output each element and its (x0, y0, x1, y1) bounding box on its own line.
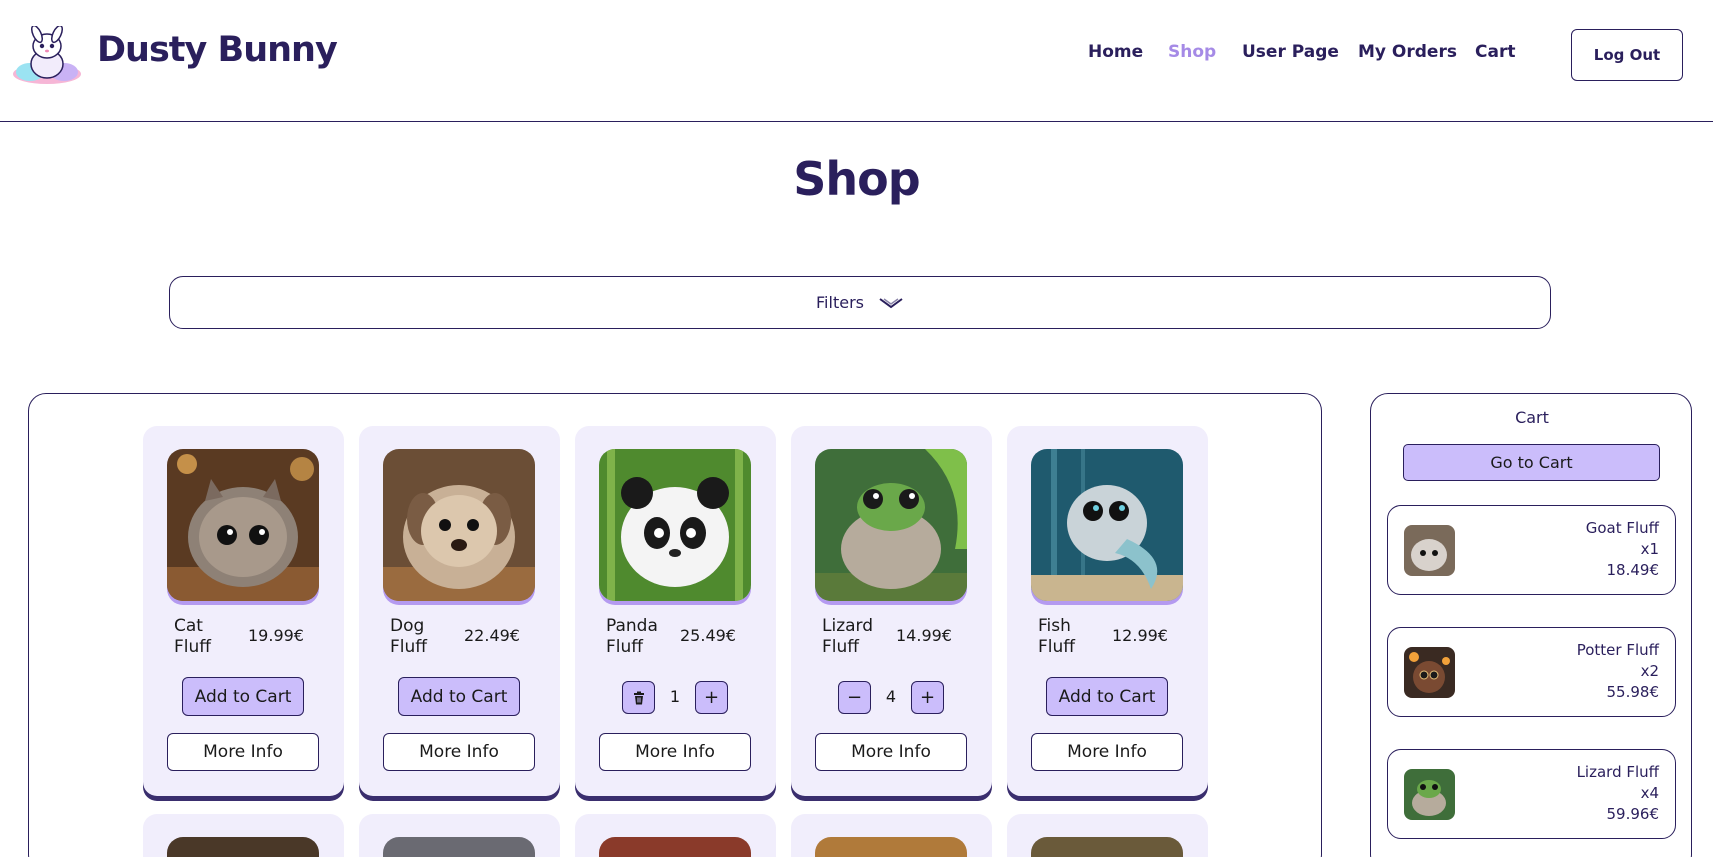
product-image[interactable] (1031, 837, 1183, 857)
cart-title: Cart (1515, 408, 1549, 427)
cart-item[interactable]: Goat Fluff x1 18.49€ (1387, 505, 1676, 595)
cart-item-image (1404, 647, 1455, 698)
increase-quantity-button[interactable]: + (695, 681, 728, 714)
cart-item-image (1404, 769, 1455, 820)
product-image[interactable] (815, 449, 967, 601)
product-image[interactable] (1031, 449, 1183, 601)
remove-from-cart-button[interactable] (622, 681, 655, 714)
quantity-stepper: 1 + (575, 681, 776, 715)
product-image[interactable] (815, 837, 967, 857)
product-name: Cat Fluff (174, 616, 211, 657)
bunny-logo-icon[interactable] (10, 26, 84, 86)
filters-toggle[interactable]: Filters (169, 276, 1551, 329)
product-price: 14.99€ (896, 626, 952, 645)
cart-item-qty: x4 (1640, 784, 1659, 802)
nav-user-page[interactable]: User Page (1242, 42, 1339, 62)
logout-button[interactable]: Log Out (1571, 29, 1683, 81)
product-name: Panda Fluff (606, 616, 658, 657)
more-info-button[interactable]: More Info (1031, 733, 1183, 771)
nav-shop[interactable]: Shop (1168, 42, 1216, 62)
quantity-value: 4 (885, 687, 897, 706)
cart-item-name: Goat Fluff (1585, 519, 1659, 537)
plus-icon: + (703, 687, 720, 708)
cart-item[interactable]: Lizard Fluff x4 59.96€ (1387, 749, 1676, 839)
product-card: Fish Fluff 12.99€ Add to Cart More Info (1007, 426, 1208, 796)
increase-quantity-button[interactable]: + (911, 681, 944, 714)
chevron-down-icon (879, 297, 903, 308)
nav-home[interactable]: Home (1088, 42, 1143, 62)
product-name: Dog Fluff (390, 616, 427, 657)
product-card (143, 814, 344, 857)
nav-cart[interactable]: Cart (1475, 42, 1515, 62)
add-to-cart-button[interactable]: Add to Cart (398, 677, 520, 716)
cart-item-image (1404, 525, 1455, 576)
product-name: Fish Fluff (1038, 616, 1075, 657)
product-card: Panda Fluff 25.49€ 1 + More Info (575, 426, 776, 796)
nav-my-orders[interactable]: My Orders (1358, 42, 1457, 62)
product-image[interactable] (383, 449, 535, 601)
quantity-value: 1 (669, 687, 681, 706)
product-price: 22.49€ (464, 626, 520, 645)
product-image[interactable] (599, 837, 751, 857)
product-card (359, 814, 560, 857)
product-card: Cat Fluff 19.99€ Add to Cart More Info (143, 426, 344, 796)
products-panel: Cat Fluff 19.99€ Add to Cart More Info D… (28, 393, 1322, 857)
product-image[interactable] (167, 449, 319, 601)
cart-item[interactable]: Potter Fluff x2 55.98€ (1387, 627, 1676, 717)
cart-panel: Cart Go to Cart Goat Fluff x1 18.49€ Pot… (1370, 393, 1692, 857)
product-image[interactable] (167, 837, 319, 857)
product-price: 19.99€ (248, 626, 304, 645)
plus-icon: + (919, 687, 936, 708)
quantity-stepper: − 4 + (791, 681, 992, 715)
product-price: 25.49€ (680, 626, 736, 645)
more-info-button[interactable]: More Info (383, 733, 535, 771)
filters-label: Filters (816, 293, 864, 312)
decrease-quantity-button[interactable]: − (838, 681, 871, 714)
cart-item-qty: x2 (1640, 662, 1659, 680)
product-card (1007, 814, 1208, 857)
cart-item-total: 59.96€ (1606, 805, 1660, 823)
product-price: 12.99€ (1112, 626, 1168, 645)
header: Dusty Bunny Home Shop User Page My Order… (0, 0, 1713, 122)
product-image[interactable] (383, 837, 535, 857)
minus-icon: − (846, 687, 863, 708)
product-card: Dog Fluff 22.49€ Add to Cart More Info (359, 426, 560, 796)
cart-item-total: 18.49€ (1606, 561, 1660, 579)
product-name: Lizard Fluff (822, 616, 874, 657)
product-image[interactable] (599, 449, 751, 601)
add-to-cart-button[interactable]: Add to Cart (182, 677, 304, 716)
more-info-button[interactable]: More Info (167, 733, 319, 771)
product-card (791, 814, 992, 857)
brand-name[interactable]: Dusty Bunny (97, 30, 338, 70)
more-info-button[interactable]: More Info (815, 733, 967, 771)
go-to-cart-button[interactable]: Go to Cart (1403, 444, 1660, 481)
product-card (575, 814, 776, 857)
cart-item-name: Lizard Fluff (1576, 763, 1659, 781)
more-info-button[interactable]: More Info (599, 733, 751, 771)
cart-item-name: Potter Fluff (1576, 641, 1659, 659)
trash-icon (633, 691, 644, 704)
page-title: Shop (793, 152, 920, 206)
add-to-cart-button[interactable]: Add to Cart (1046, 677, 1168, 716)
cart-item-qty: x1 (1640, 540, 1659, 558)
product-card: Lizard Fluff 14.99€ − 4 + More Info (791, 426, 992, 796)
cart-item-total: 55.98€ (1606, 683, 1660, 701)
